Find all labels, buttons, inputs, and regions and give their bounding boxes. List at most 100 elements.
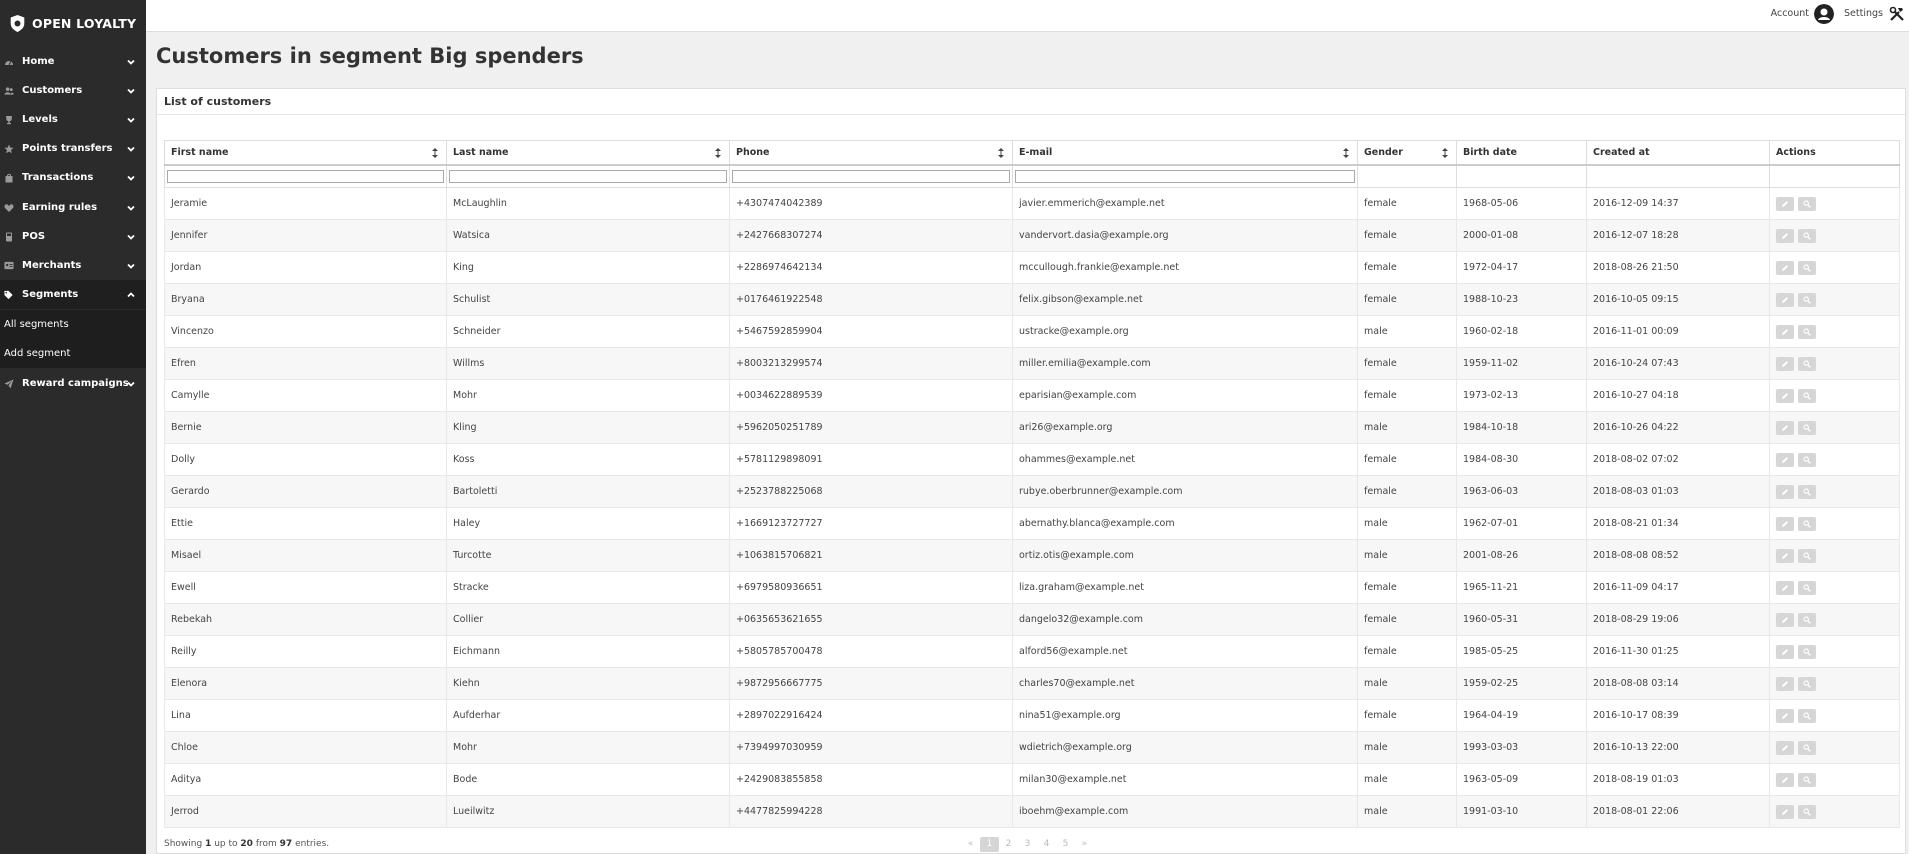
sort-icon[interactable]: [715, 148, 721, 158]
sidebar-item-points-transfers[interactable]: Points transfers: [0, 134, 146, 163]
edit-button[interactable]: [1776, 228, 1794, 243]
column-header-first-name[interactable]: First name: [164, 140, 447, 166]
pagination-page-5[interactable]: 5: [1056, 837, 1075, 852]
sidebar-item-pos[interactable]: POS: [0, 222, 146, 251]
sidebar-subitem-all-segments[interactable]: All segments: [0, 310, 146, 339]
view-button[interactable]: [1798, 516, 1816, 531]
view-button[interactable]: [1798, 196, 1816, 211]
edit-button[interactable]: [1776, 740, 1794, 755]
edit-button[interactable]: [1776, 708, 1794, 723]
cell-last-name: Eichmann: [446, 635, 730, 668]
sidebar-item-earning-rules[interactable]: Earning rules: [0, 193, 146, 222]
cell-first-name: Jennifer: [164, 219, 447, 252]
brand-logo[interactable]: OPEN LOYALTY: [0, 0, 146, 46]
cell-birth-date: 1984-08-30: [1456, 443, 1587, 476]
view-button[interactable]: [1798, 708, 1816, 723]
view-button[interactable]: [1798, 420, 1816, 435]
pagination-page-1[interactable]: 1: [980, 837, 999, 852]
edit-button[interactable]: [1776, 324, 1794, 339]
view-button[interactable]: [1798, 388, 1816, 403]
sidebar-item-levels[interactable]: Levels: [0, 105, 146, 134]
edit-button[interactable]: [1776, 260, 1794, 275]
view-button[interactable]: [1798, 484, 1816, 499]
filter-input-e-mail[interactable]: [1015, 169, 1355, 183]
edit-button[interactable]: [1776, 548, 1794, 563]
cell-phone: +2286974642134: [729, 251, 1013, 284]
view-button[interactable]: [1798, 548, 1816, 563]
column-header-phone[interactable]: Phone: [729, 140, 1013, 166]
edit-button[interactable]: [1776, 484, 1794, 499]
edit-button[interactable]: [1776, 612, 1794, 627]
sidebar-item-transactions[interactable]: Transactions: [0, 163, 146, 192]
edit-button[interactable]: [1776, 804, 1794, 819]
cell-created-at: 2016-10-24 07:43: [1586, 347, 1770, 380]
edit-button[interactable]: [1776, 452, 1794, 467]
view-button[interactable]: [1798, 452, 1816, 467]
view-button[interactable]: [1798, 292, 1816, 307]
edit-button[interactable]: [1776, 676, 1794, 691]
settings-link[interactable]: Settings: [1844, 8, 1883, 19]
sidebar-item-customers[interactable]: Customers: [0, 76, 146, 105]
sidebar-item-segments[interactable]: Segments: [0, 280, 146, 309]
sort-icon[interactable]: [1442, 148, 1448, 158]
view-button[interactable]: [1798, 676, 1816, 691]
edit-button[interactable]: [1776, 772, 1794, 787]
cell-actions: [1769, 347, 1900, 380]
view-button[interactable]: [1798, 324, 1816, 339]
cell-last-name: Turcotte: [446, 539, 730, 572]
table-row: Aditya Bode +2429083855858 milan30@example.…: [164, 763, 1900, 796]
edit-button[interactable]: [1776, 580, 1794, 595]
view-button[interactable]: [1798, 580, 1816, 595]
edit-button[interactable]: [1776, 356, 1794, 371]
column-header-label: Birth date: [1463, 146, 1517, 158]
view-button[interactable]: [1798, 740, 1816, 755]
sidebar-item-merchants[interactable]: Merchants: [0, 251, 146, 280]
filter-input-first-name[interactable]: [167, 169, 444, 183]
filter-input-phone[interactable]: [732, 169, 1010, 183]
sidebar-item-home[interactable]: Home: [0, 47, 146, 76]
cell-last-name: Willms: [446, 347, 730, 380]
sidebar-subitem-add-segment[interactable]: Add segment: [0, 339, 146, 368]
view-button[interactable]: [1798, 228, 1816, 243]
view-button[interactable]: [1798, 804, 1816, 819]
table-row: Camylle Mohr +0034622889539 eparisian@examp…: [164, 379, 1900, 412]
view-button[interactable]: [1798, 356, 1816, 371]
pagination-page-4[interactable]: 4: [1037, 837, 1056, 852]
view-button[interactable]: [1798, 612, 1816, 627]
column-header-last-name[interactable]: Last name: [446, 140, 730, 166]
pagination-page-2[interactable]: 2: [999, 837, 1018, 852]
filter-input-last-name[interactable]: [449, 169, 727, 183]
sort-icon[interactable]: [998, 148, 1004, 158]
brand-name: OPEN LOYALTY: [32, 15, 137, 31]
sort-icon[interactable]: [432, 148, 438, 158]
cell-created-at: 2016-10-17 08:39: [1586, 699, 1770, 732]
cell-created-at: 2018-08-29 19:06: [1586, 603, 1770, 636]
edit-button[interactable]: [1776, 420, 1794, 435]
tools-icon[interactable]: [1889, 6, 1905, 22]
view-button[interactable]: [1798, 260, 1816, 275]
edit-button[interactable]: [1776, 516, 1794, 531]
sort-icon[interactable]: [1343, 148, 1349, 158]
sidebar-item-reward-campaigns[interactable]: Reward campaigns: [0, 369, 146, 398]
column-header-gender[interactable]: Gender: [1357, 140, 1457, 166]
filter-cell: [1012, 164, 1358, 188]
cell-email: rubye.oberbrunner@example.com: [1012, 475, 1358, 508]
pagination-prev[interactable]: «: [961, 837, 980, 852]
column-header-e-mail[interactable]: E-mail: [1012, 140, 1358, 166]
cell-phone: +5962050251789: [729, 411, 1013, 444]
cell-email: nina51@example.org: [1012, 699, 1358, 732]
pagination-page-3[interactable]: 3: [1018, 837, 1037, 852]
cell-email: liza.graham@example.net: [1012, 571, 1358, 604]
view-button[interactable]: [1798, 644, 1816, 659]
edit-button[interactable]: [1776, 388, 1794, 403]
user-avatar-icon[interactable]: [1814, 4, 1834, 24]
edit-button[interactable]: [1776, 196, 1794, 211]
cell-created-at: 2018-08-03 01:03: [1586, 475, 1770, 508]
view-button[interactable]: [1798, 772, 1816, 787]
cell-gender: female: [1357, 347, 1457, 380]
cell-email: ohammes@example.net: [1012, 443, 1358, 476]
edit-button[interactable]: [1776, 292, 1794, 307]
pagination-next[interactable]: »: [1075, 837, 1094, 852]
account-link[interactable]: Account: [1771, 8, 1809, 19]
edit-button[interactable]: [1776, 644, 1794, 659]
